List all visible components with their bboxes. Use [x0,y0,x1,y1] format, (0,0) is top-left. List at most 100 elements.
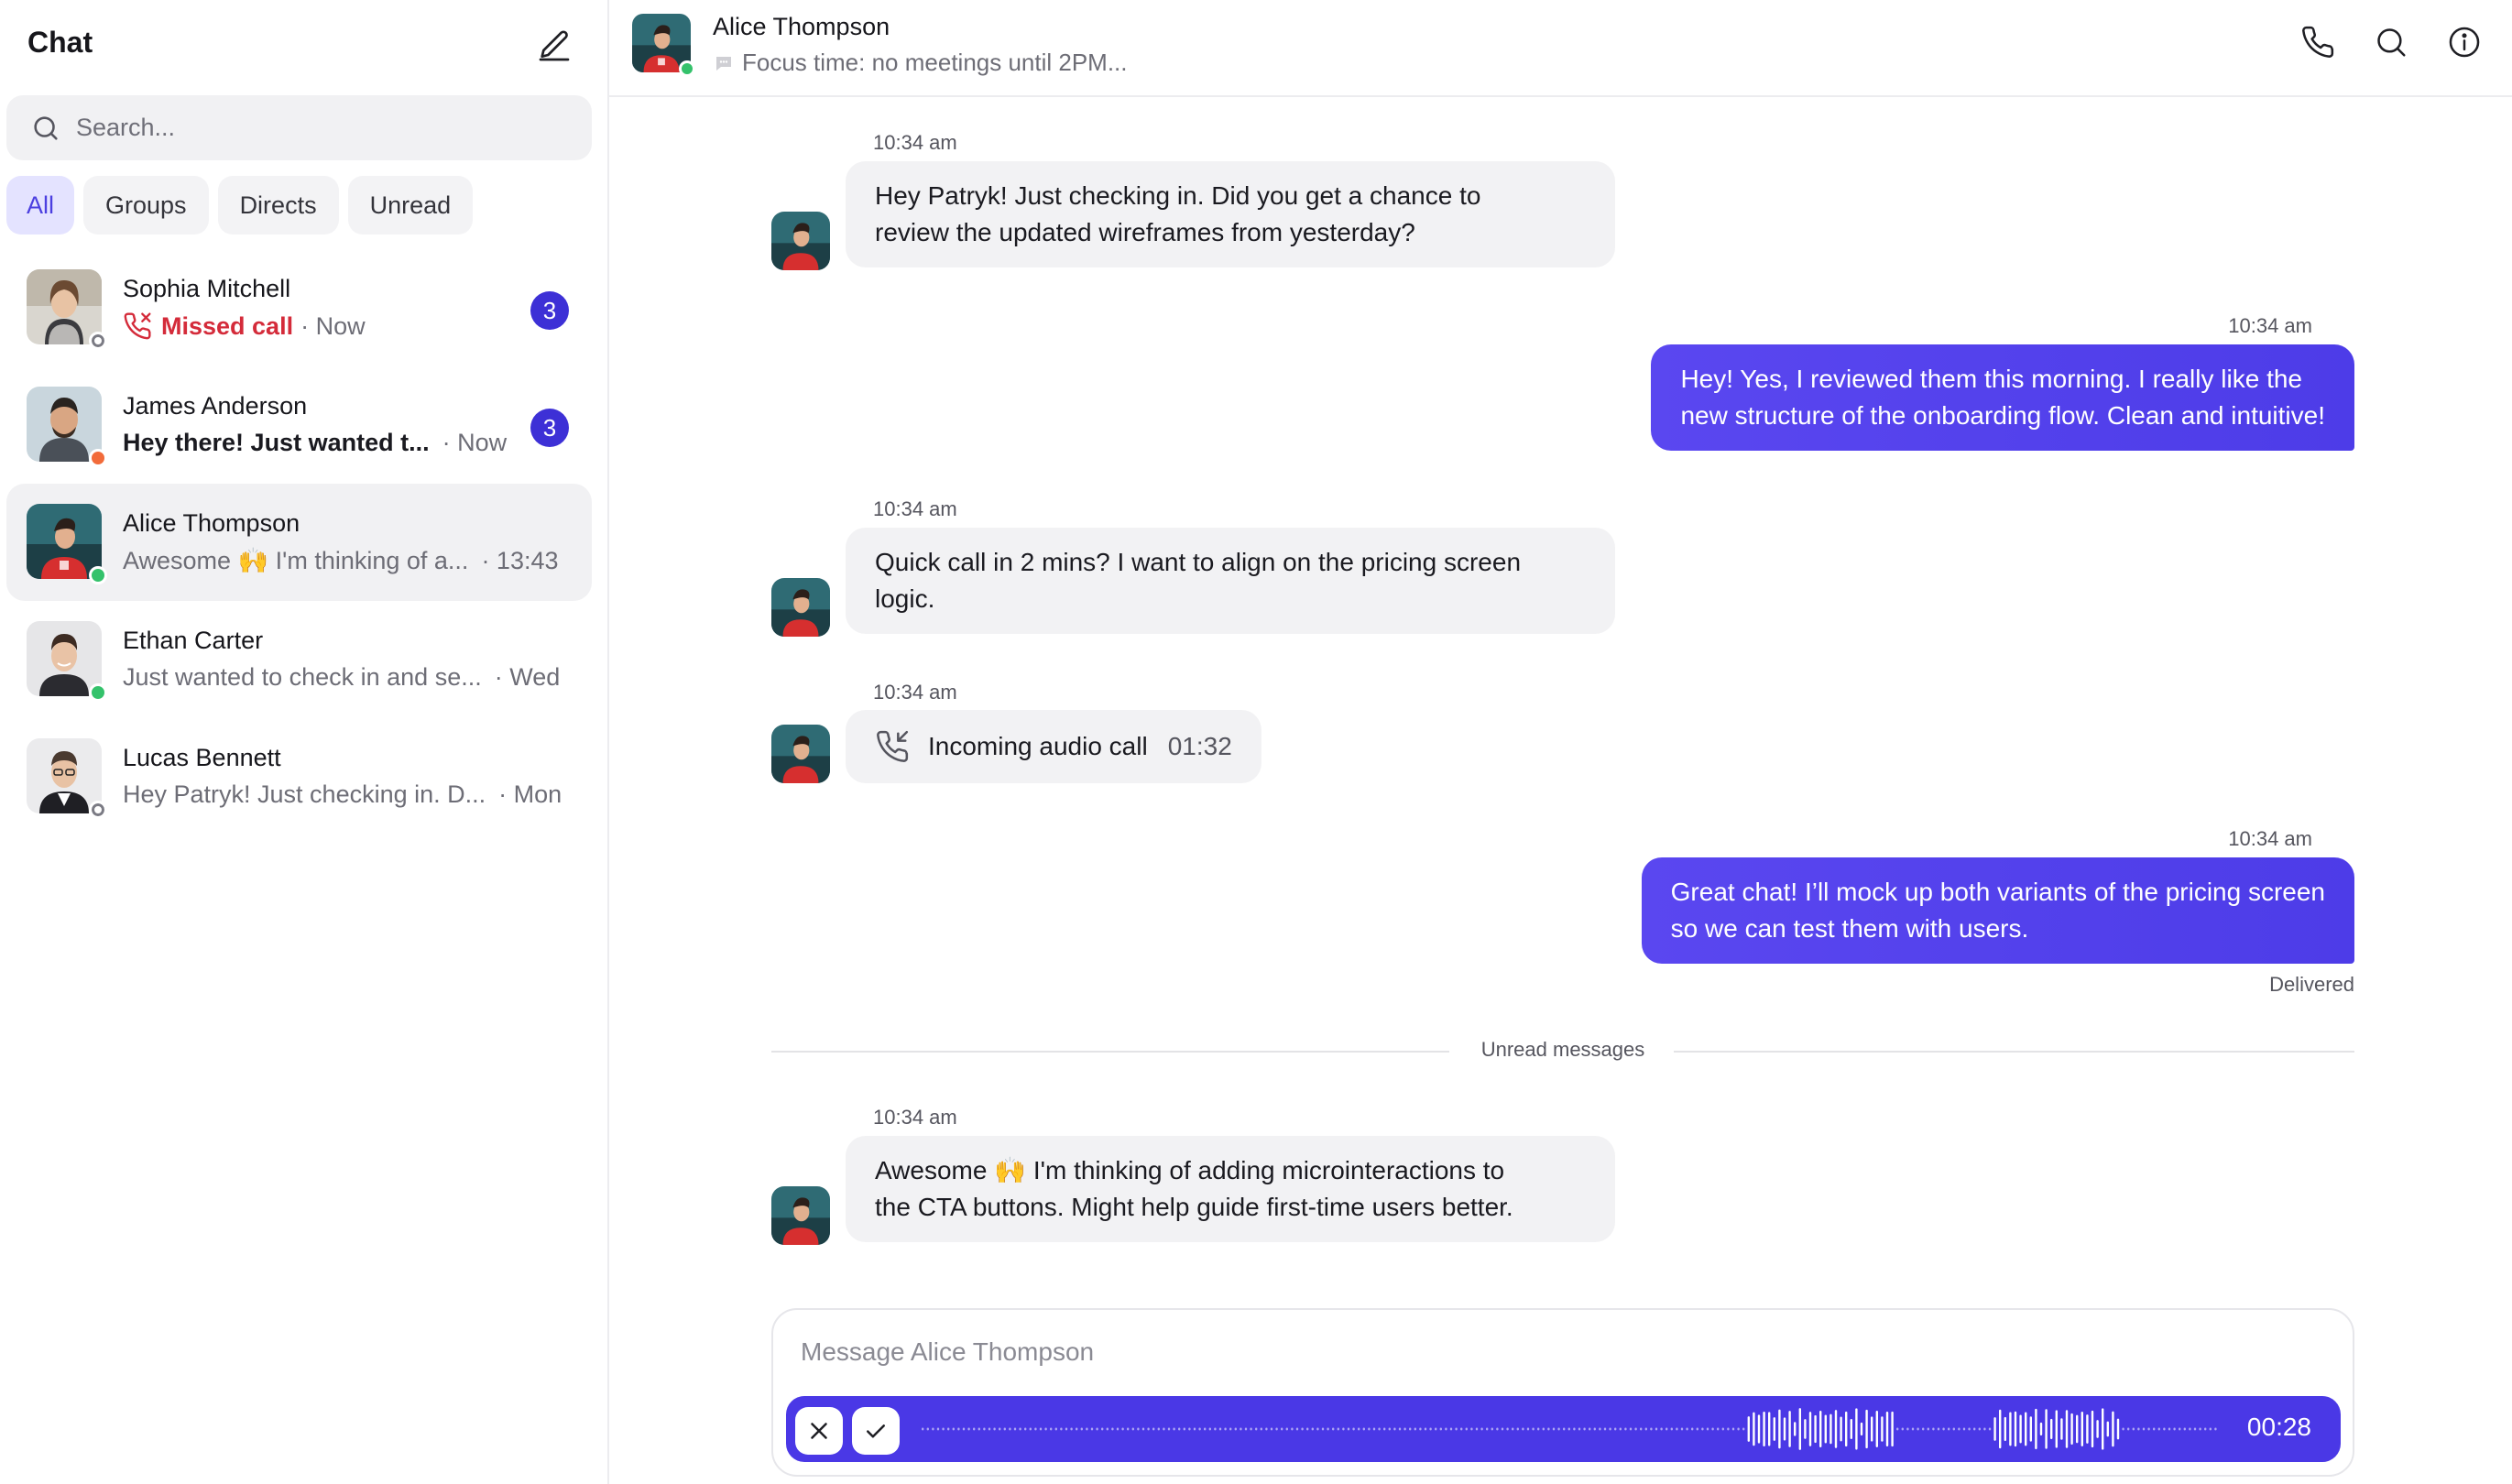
sender-avatar [771,725,830,783]
waveform-bar [1865,1409,1868,1449]
waveform-bar [2065,1410,2069,1448]
waveform-bar [1840,1416,1842,1442]
presence-indicator [89,683,107,702]
filter-unread[interactable]: Unread [347,176,474,235]
waveform-bar [1804,1419,1807,1439]
waveform-bar [947,1427,950,1431]
waveform-bar [977,1427,980,1431]
waveform-bar [1111,1427,1114,1431]
waveform-bar [2106,1421,2109,1437]
waveform-bar [1019,1427,1021,1431]
message-text: Hey Patryk! Just checking in. Did you ge… [875,181,1481,210]
waveform-bar [2132,1427,2135,1431]
waveform-bar [1676,1427,1678,1431]
waveform-bar [1911,1427,1915,1431]
waveform-bar [2153,1427,2156,1431]
confirm-recording-button[interactable] [852,1407,900,1455]
search-conversation-button[interactable] [2371,22,2411,62]
waveform-bar [1993,1417,1996,1441]
chat-item-james-anderson[interactable]: James Anderson Hey there! Just wanted t.… [6,366,592,484]
waveform-bar [1398,1427,1402,1431]
waveform-bar [1137,1427,1140,1431]
filter-all[interactable]: All [6,176,75,235]
compose-icon [539,30,570,61]
waveform-bar [999,1427,1001,1431]
waveform-bar [1552,1427,1556,1431]
unread-divider: Unread messages [771,1038,2354,1061]
waveform-bar [1578,1427,1581,1431]
message-bubble-incoming: Awesome 🙌 I'm thinking of adding microin… [846,1136,1615,1242]
waveform-bar [1711,1427,1714,1431]
waveform-bar [1753,1412,1755,1446]
waveform-bar [1922,1427,1925,1431]
waveform-bar [1788,1411,1791,1447]
waveform-bar [1567,1427,1570,1431]
chat-item-ethan-carter[interactable]: Ethan Carter Just wanted to check in and… [6,601,592,718]
chat-app: Chat All Groups Directs Unread [0,0,2512,1484]
waveform-bar [2070,1413,2073,1446]
message-timestamp: 10:34 am [873,681,957,704]
chat-time: · Wed [494,663,561,691]
waveform-bar [2183,1427,2186,1431]
filter-groups[interactable]: Groups [83,176,209,235]
waveform-bar [1958,1427,1960,1431]
waveform-bar [1435,1427,1437,1431]
message-timestamp: 10:34 am [2228,827,2312,850]
sidebar: Chat All Groups Directs Unread [0,0,609,1484]
waveform-bar [1655,1427,1658,1431]
waveform-bar [1937,1427,1940,1431]
waveform-bar [1537,1427,1540,1431]
avatar [27,387,102,462]
waveform-bar [1589,1427,1591,1431]
waveform-bar [1332,1427,1335,1431]
waveform-bar [1327,1427,1329,1431]
waveform-bar [2122,1427,2124,1431]
chat-item-lucas-bennett[interactable]: Lucas Bennett Hey Patryk! Just checking … [6,718,592,835]
waveform-bar [1244,1427,1248,1431]
close-icon [811,1423,827,1439]
waveform-bar [1798,1408,1801,1450]
waveform-bar [1917,1427,1919,1431]
call-button[interactable] [2298,22,2338,62]
waveform-bar [1429,1427,1432,1431]
waveform-bar [1603,1427,1607,1431]
message-text: new structure of the onboarding flow. Cl… [1680,401,2325,430]
waveform-bar [1491,1427,1493,1431]
header-avatar[interactable] [632,14,695,77]
incoming-call-icon [877,730,909,762]
message-input[interactable] [801,1337,1900,1374]
chat-item-sophia-mitchell[interactable]: Sophia Mitchell Missed call · Now 3 [6,249,592,366]
waveform-bar [1845,1411,1848,1447]
call-log-bubble[interactable]: Incoming audio call 01:32 [846,710,1261,783]
cancel-recording-button[interactable] [795,1407,843,1455]
waveform-bar [2173,1427,2176,1431]
waveform-bar [1388,1427,1391,1431]
waveform-bar [1285,1427,1288,1431]
filter-directs[interactable]: Directs [217,176,339,235]
waveform-bar [1403,1427,1406,1431]
waveform-bar [1275,1427,1278,1431]
message-bubble-incoming: Quick call in 2 mins? I want to align on… [846,528,1615,634]
waveform-bar [1932,1427,1935,1431]
waveform-bar [1670,1427,1673,1431]
chat-item-alice-thompson[interactable]: Alice Thompson Awesome 🙌 I'm thinking of… [6,484,592,601]
waveform-bar [1193,1427,1196,1431]
search-icon [28,111,63,146]
chat-preview-text: Just wanted to check in and se... [123,663,482,691]
compose-button[interactable] [531,23,577,69]
waveform-bar [1024,1427,1027,1431]
waveform-bar [1054,1427,1057,1431]
chat-preview: Awesome 🙌 I'm thinking of a... · 13:43 [123,546,559,575]
waveform-bar [1419,1427,1422,1431]
waveform-bar [1727,1427,1730,1431]
info-button[interactable] [2444,22,2485,62]
search-input[interactable] [76,114,552,142]
message-text: Hey! Yes, I reviewed them this morning. … [1680,365,2302,393]
waveform-bar [1706,1427,1709,1431]
waveform-bar [2055,1410,2058,1448]
waveform-bar [1875,1411,1878,1447]
waveform-bar [1044,1427,1047,1431]
waveform-bar [1824,1414,1827,1444]
waveform-bar [1834,1410,1838,1448]
waveform-bar [1512,1427,1514,1431]
